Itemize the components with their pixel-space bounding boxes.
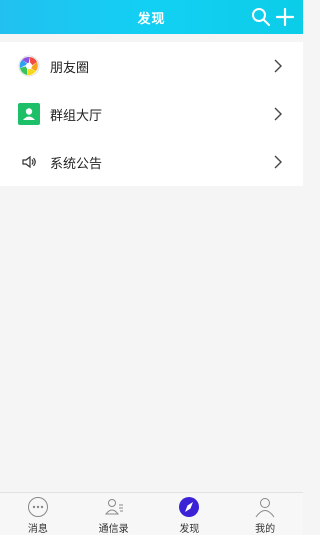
list-item-moments[interactable]: 朋友圈 (0, 42, 303, 90)
chevron-right-icon (274, 155, 282, 169)
speaker-icon (22, 155, 36, 169)
list-item-announcement[interactable]: 系统公告 (0, 138, 303, 186)
tab-label: 消息 (27, 524, 48, 535)
chevron-right-icon (274, 107, 282, 121)
list-item-group-hall[interactable]: 群组大厅 (0, 90, 303, 138)
search-icon[interactable] (251, 7, 271, 27)
chevron-right-icon (274, 59, 282, 73)
tab-label: 发现 (179, 524, 200, 535)
list-item-label: 系统公告 (50, 156, 103, 171)
bottom-tab-bar: 消息 通信录 发现 我的 (0, 492, 303, 535)
chat-bubble-icon (27, 497, 48, 517)
tab-contacts[interactable]: 通信录 (76, 493, 152, 535)
moments-aperture-icon (18, 55, 40, 77)
tab-me[interactable]: 我的 (227, 493, 303, 535)
tab-label: 通信录 (98, 524, 129, 535)
compass-icon (179, 497, 200, 517)
contacts-icon (104, 499, 123, 515)
tab-discover[interactable]: 发现 (152, 493, 228, 535)
list-item-label: 朋友圈 (50, 60, 90, 75)
top-bar: 发现 (0, 0, 303, 34)
person-icon (255, 498, 275, 518)
discover-list: 朋友圈 群组大厅 系统公告 (0, 42, 303, 186)
list-item-label: 群组大厅 (50, 108, 103, 123)
tab-label: 我的 (255, 524, 276, 535)
tab-messages[interactable]: 消息 (0, 493, 76, 535)
add-icon[interactable] (275, 7, 295, 27)
group-hall-icon (18, 103, 40, 125)
